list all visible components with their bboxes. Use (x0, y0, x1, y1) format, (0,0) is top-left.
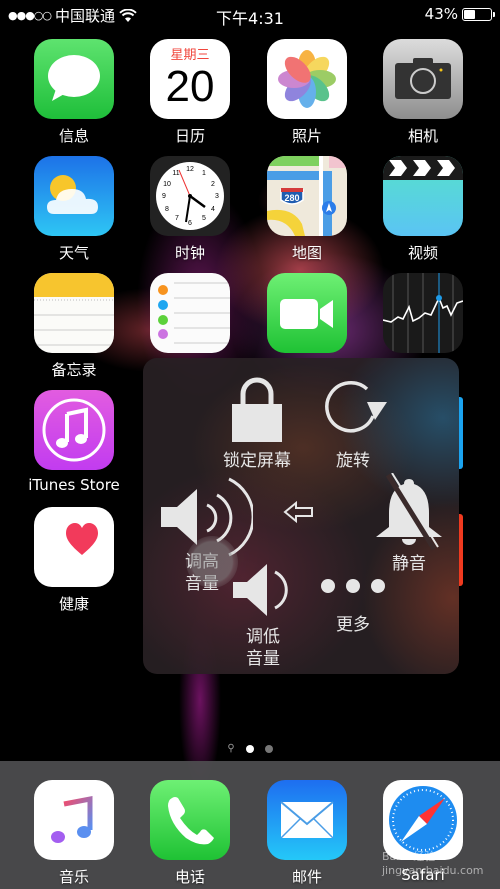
app-label: 电话 (174, 868, 205, 886)
svg-text:5: 5 (202, 215, 206, 222)
app-notes[interactable]: 备忘录 (24, 273, 124, 380)
health-icon (34, 507, 114, 587)
app-label: iTunes Store (28, 476, 120, 494)
rotate-label: 旋转 (336, 451, 370, 471)
maps-icon: 280 (267, 156, 347, 236)
more-label: 更多 (336, 615, 370, 635)
volume-down-label-2: 音量 (246, 649, 280, 669)
svg-text:4: 4 (211, 206, 215, 213)
app-itunes-store[interactable]: iTunes Store (24, 390, 124, 494)
lock-icon (232, 377, 282, 442)
notes-icon (34, 273, 114, 353)
messages-icon (34, 39, 114, 119)
assistive-touch-menu: 锁定屏幕 旋转 调高 音量 静音 调低 音量 更多 (143, 358, 459, 674)
app-reminders[interactable] (140, 273, 240, 353)
facetime-icon (267, 273, 347, 353)
battery-percent: 43% (424, 5, 458, 23)
itunes-store-icon (34, 390, 114, 470)
clock-icon: 12 1 2 3 4 5 6 7 8 9 10 11 (150, 156, 230, 236)
status-bar: ●●●○○ 中国联通 下午4:31 43% (0, 0, 500, 28)
svg-text:12: 12 (186, 166, 194, 173)
app-label: 邮件 (291, 868, 322, 886)
weather-icon (34, 156, 114, 236)
app-label: 地图 (291, 244, 322, 262)
calendar-icon: 星期三 20 (150, 39, 230, 119)
mail-icon (267, 780, 347, 860)
highway-sign: 280 (284, 193, 299, 203)
app-calendar[interactable]: 星期三 20 日历 (140, 39, 240, 146)
mute-button[interactable]: 静音 (371, 473, 447, 575)
app-clock[interactable]: 12 1 2 3 4 5 6 7 8 9 10 11 时钟 (140, 156, 240, 263)
more-button[interactable]: 更多 (313, 576, 393, 636)
stocks-icon (383, 273, 463, 353)
back-button[interactable] (281, 500, 317, 524)
search-page-icon[interactable]: ⚲ (227, 743, 234, 754)
app-facetime[interactable] (257, 273, 357, 353)
app-label: 日历 (174, 127, 205, 145)
videos-icon (383, 156, 463, 236)
reminders-icon (150, 273, 230, 353)
volume-down-button[interactable]: 调低 音量 (223, 562, 303, 670)
svg-text:2: 2 (211, 181, 215, 188)
music-icon (34, 780, 114, 860)
app-stocks[interactable] (373, 273, 473, 353)
app-weather[interactable]: 天气 (24, 156, 124, 263)
mute-label: 静音 (392, 554, 426, 574)
app-photos[interactable]: 照片 (257, 39, 357, 146)
phone-icon (150, 780, 230, 860)
svg-text:6: 6 (188, 220, 192, 227)
app-label: 备忘录 (51, 361, 97, 379)
calendar-day: 20 (165, 62, 215, 111)
app-label: 天气 (58, 244, 89, 262)
watermark: Baidu经验 jingyan.baidu.com (382, 850, 484, 877)
svg-text:9: 9 (162, 193, 166, 200)
page-dot-active[interactable] (245, 744, 254, 753)
hidden-app-edge (459, 397, 463, 469)
assistive-touch-button[interactable] (186, 536, 238, 588)
app-label: 时钟 (174, 244, 205, 262)
app-label: 信息 (58, 127, 89, 145)
svg-text:1: 1 (202, 170, 206, 177)
svg-text:7: 7 (175, 215, 179, 222)
back-arrow-icon (283, 500, 313, 524)
bell-muted-icon (376, 473, 442, 551)
app-videos[interactable]: 视频 (373, 156, 473, 263)
app-label: 相机 (407, 127, 438, 145)
app-label: 视频 (407, 244, 438, 262)
app-maps[interactable]: 280 地图 (257, 156, 357, 263)
camera-icon (383, 39, 463, 119)
app-health[interactable]: 健康 (24, 507, 124, 614)
app-label: 音乐 (58, 868, 89, 886)
page-indicator[interactable]: ⚲ (0, 743, 500, 754)
rotate-button[interactable]: 旋转 (313, 374, 393, 472)
calendar-weekday: 星期三 (170, 48, 210, 63)
dock-app-music[interactable]: 音乐 (24, 780, 124, 887)
hidden-app-edge (459, 514, 463, 586)
app-camera[interactable]: 相机 (373, 39, 473, 146)
photos-icon (267, 39, 347, 119)
app-label: 健康 (58, 595, 89, 613)
lock-screen-button[interactable]: 锁定屏幕 (207, 374, 307, 472)
svg-text:11: 11 (172, 170, 179, 177)
svg-text:10: 10 (163, 181, 171, 188)
app-messages[interactable]: 信息 (24, 39, 124, 146)
battery-icon (462, 7, 495, 21)
dock-app-mail[interactable]: 邮件 (257, 780, 357, 887)
more-dots-icon (321, 579, 385, 593)
volume-down-icon (233, 564, 288, 616)
lock-screen-label: 锁定屏幕 (223, 451, 291, 471)
rotate-icon (325, 381, 387, 433)
volume-down-label-1: 调低 (246, 627, 280, 647)
dock-app-phone[interactable]: 电话 (140, 780, 240, 887)
svg-text:3: 3 (215, 193, 219, 200)
svg-text:8: 8 (165, 206, 169, 213)
page-dot[interactable] (264, 744, 273, 753)
app-label: 照片 (291, 127, 322, 145)
